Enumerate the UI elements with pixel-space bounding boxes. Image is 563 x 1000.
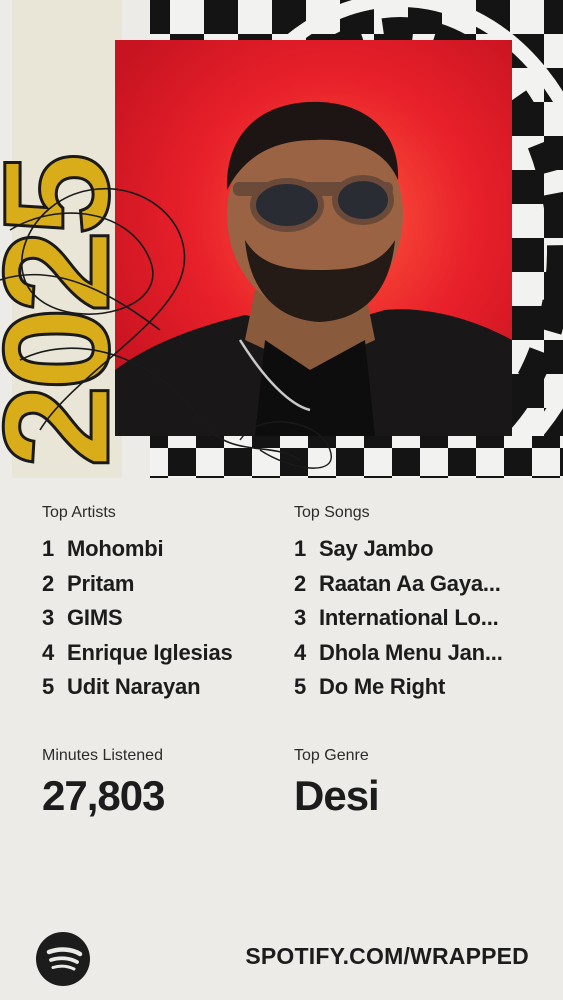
top-genre-stat: Top Genre Desi [294, 745, 380, 819]
list-item: 5 Do Me Right [294, 672, 534, 707]
list-item: 4 Dhola Menu Jan... [294, 638, 534, 673]
list-item: 2 Pritam [42, 569, 282, 604]
list-item: 5 Udit Narayan [42, 672, 282, 707]
top-songs-label: Top Songs [294, 504, 370, 521]
rank-number: 5 [294, 674, 307, 699]
song-name: Dhola Menu Jan... [319, 639, 503, 665]
top-genre-value: Desi [294, 772, 380, 819]
list-item: 2 Raatan Aa Gaya... [294, 569, 534, 604]
list-item: 1 Say Jambo [294, 534, 534, 569]
top-artists-list: 1 Mohombi 2 Pritam 3 GIMS 4 Enrique Iglesias… [42, 534, 282, 707]
list-item: 4 Enrique Iglesias [42, 638, 282, 673]
top-artists-section: Top Artists 1 Mohombi 2 Pritam 3 GIMS 4 Enri… [42, 502, 282, 707]
rank-number: 1 [42, 536, 55, 561]
song-name: Do Me Right [319, 674, 446, 699]
hero-artwork: 2025 [0, 0, 563, 478]
spotify-logo-icon[interactable] [36, 932, 90, 986]
song-name: Raatan Aa Gaya... [319, 570, 501, 596]
rank-number: 4 [42, 639, 55, 665]
rank-number: 2 [42, 570, 55, 596]
top-artists-label: Top Artists [42, 504, 116, 521]
rank-number: 5 [42, 674, 55, 699]
cover-photo [115, 40, 512, 436]
top-songs-section: Top Songs 1 Say Jambo 2 Raatan Aa Gaya... … [294, 502, 534, 707]
minutes-listened-label: Minutes Listened [42, 747, 163, 764]
artist-name: Enrique Iglesias [67, 639, 233, 665]
artist-name: GIMS [67, 605, 123, 630]
list-item: 3 International Lo... [294, 603, 534, 638]
rank-number: 3 [294, 605, 307, 630]
artist-name: Udit Narayan [67, 674, 201, 699]
rank-number: 3 [42, 605, 55, 630]
artist-name: Pritam [67, 570, 135, 596]
rank-number: 1 [294, 536, 307, 561]
top-songs-list: 1 Say Jambo 2 Raatan Aa Gaya... 3 Internati… [294, 534, 534, 707]
rank-number: 2 [294, 570, 307, 596]
list-item: 3 GIMS [42, 603, 282, 638]
artist-name: Mohombi [67, 536, 164, 561]
artist-portrait-image [115, 40, 512, 436]
song-name: Say Jambo [319, 536, 434, 561]
wrapped-url-link[interactable]: SPOTIFY.COM/WRAPPED [245, 940, 529, 972]
list-item: 1 Mohombi [42, 534, 282, 569]
minutes-listened-stat: Minutes Listened 27,803 [42, 745, 165, 819]
top-genre-label: Top Genre [294, 747, 369, 764]
rank-number: 4 [294, 639, 307, 665]
song-name: International Lo... [319, 605, 499, 630]
minutes-listened-value: 27,803 [42, 772, 165, 819]
